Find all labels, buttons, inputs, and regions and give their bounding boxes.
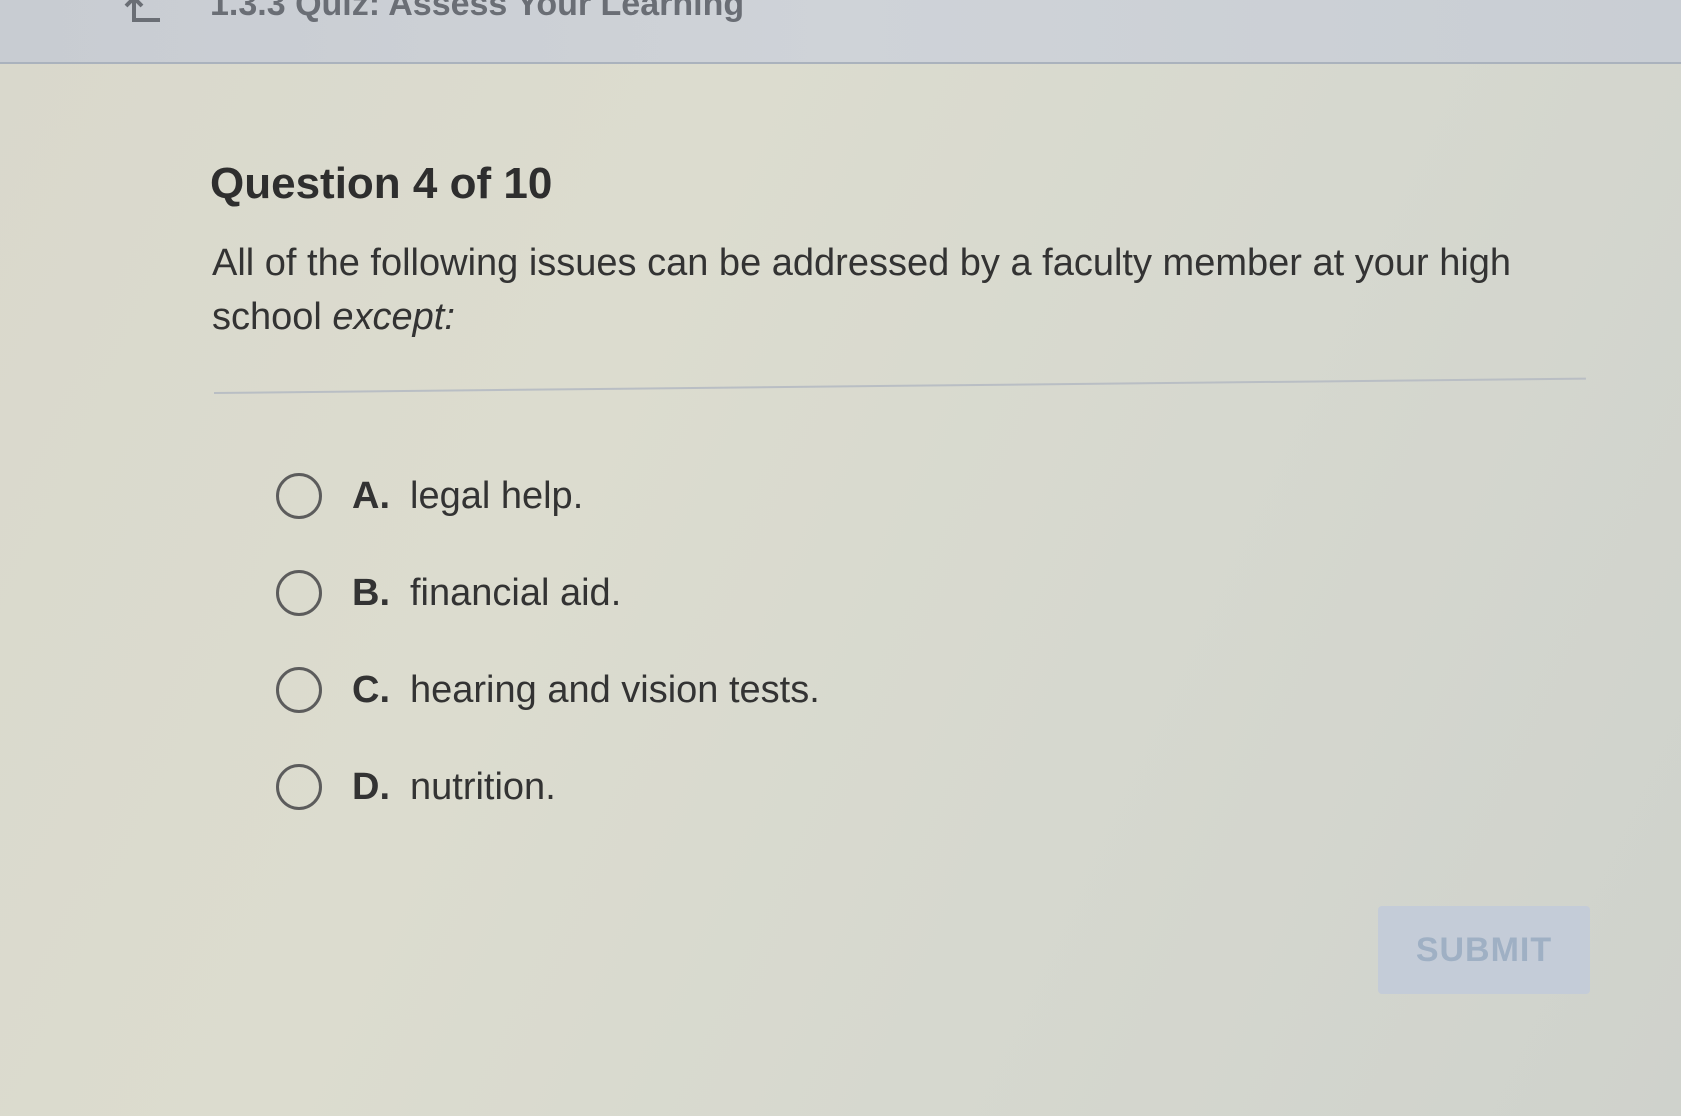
radio-button-a[interactable] xyxy=(276,473,322,519)
radio-button-c[interactable] xyxy=(276,667,322,713)
question-counter: Question 4 of 10 xyxy=(210,159,553,208)
answer-option-a[interactable]: A. legal help. xyxy=(276,470,820,522)
question-divider xyxy=(213,377,1586,394)
quiz-header-bar: 1.3.3 Quiz: Assess Your Learning xyxy=(0,0,1681,64)
option-text: nutrition. xyxy=(410,765,556,808)
option-letter: D. xyxy=(352,765,390,808)
option-text: financial aid. xyxy=(410,571,622,614)
answer-option-c[interactable]: C. hearing and vision tests. xyxy=(276,664,820,716)
quiz-title: 1.3.3 Quiz: Assess Your Learning xyxy=(210,0,745,23)
option-letter: B. xyxy=(352,571,390,614)
question-prompt: All of the following issues can be addre… xyxy=(212,236,1592,344)
return-arrow-icon[interactable] xyxy=(118,0,162,30)
radio-button-b[interactable] xyxy=(276,570,322,616)
option-letter: C. xyxy=(352,668,390,711)
answer-options: A. legal help. B. financial aid. C. hear… xyxy=(276,470,820,858)
answer-option-b[interactable]: B. financial aid. xyxy=(276,567,820,619)
radio-button-d[interactable] xyxy=(276,764,322,810)
question-prompt-emphasis: except: xyxy=(332,296,455,338)
option-text: hearing and vision tests. xyxy=(410,668,820,711)
answer-option-d[interactable]: D. nutrition. xyxy=(276,761,820,813)
option-text: legal help. xyxy=(410,474,584,517)
submit-button[interactable]: SUBMIT xyxy=(1378,906,1590,994)
option-letter: A. xyxy=(352,474,390,517)
